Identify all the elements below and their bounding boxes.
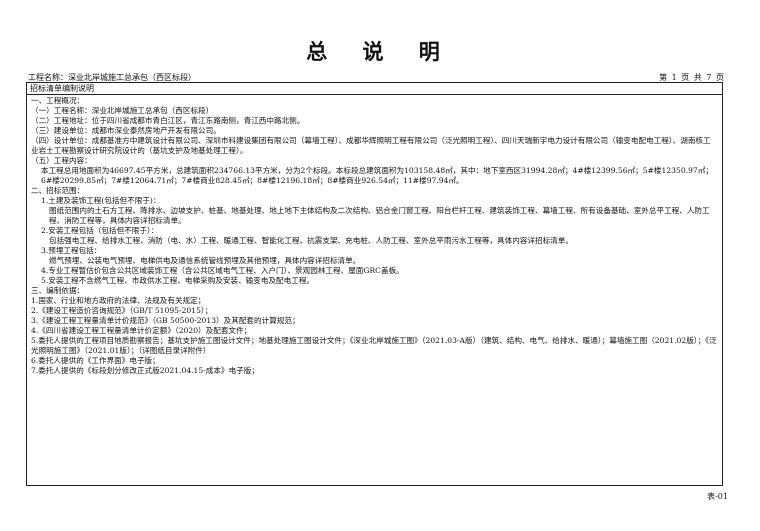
description-frame: 招标清单编制说明 一、工程概况： （一）工程名称：深业北岸城施工总承包（西区标段）… xyxy=(26,82,723,486)
description-line: 4.《四川省建设工程工程量清单计价定额》（2020）及配套文件； xyxy=(31,326,252,335)
description-line: 一、工程概况： xyxy=(31,96,85,105)
description-line: （三）建设单位：成都市深业泰然房地产开发有限公司。 xyxy=(31,126,221,135)
description-line: 2.《建设工程造价咨询规范》（GB/T 51095-2015）； xyxy=(31,306,213,315)
description-line: 2.安装工程包括（包括但不限于）： xyxy=(41,226,159,235)
description-line: 4.专业工程暂估价包含公共区域装饰工程（含公共区域电气工程、入户门）、景观园林工… xyxy=(41,266,404,275)
section-header: 招标清单编制说明 xyxy=(27,83,722,95)
description-line: 二、招标范围： xyxy=(31,186,85,195)
description-line: 1.国家、行业和地方政府的法律、法规及有关规定； xyxy=(31,296,206,305)
form-code: 表-01 xyxy=(707,492,728,501)
description-line: （二）工程地址：位于四川省成都市青白江区，青江东路南侧，青江西中路北侧。 xyxy=(31,116,305,125)
description-line: 本工程总用地面积为46697.45平方米，总建筑面积234766.13平方米，分… xyxy=(41,166,713,185)
description-line: 三、编制依据： xyxy=(31,286,85,295)
description-line: 6.委托人提供的《工作界面》电子版； xyxy=(31,356,160,365)
description-line: （一）工程名称：深业北岸城施工总承包（西区标段） xyxy=(31,106,214,115)
description-line: 包括强电工程、给排水工程、消防（电、水）工程、暖通工程、智能化工程、抗震支架、充… xyxy=(49,236,573,245)
description-line: （四）设计单位：成都基准方中建筑设计有限公司、深圳市科建设集团有限公司（幕墙工程… xyxy=(31,136,711,155)
description-line: 7.委托人提供的《标段划分修改正式版2021.04.15-成本》电子版； xyxy=(31,366,259,375)
description-line: 5.委托人提供的工程项目地质勘察报告；基坑支护施工图设计文件；地基处理施工图设计… xyxy=(31,336,717,355)
description-line: 1.土建及装饰工程(包括但不限于)： xyxy=(41,196,161,205)
description-line: 5.安装工程不含燃气工程、市政供水工程、电梯采购及安装、输变电及配电工程。 xyxy=(41,276,315,285)
description-line: 3.《建设工程工程量清单计价规范》（GB 50500-2013）及其配套的计算规… xyxy=(31,316,300,325)
description-content: 一、工程概况： （一）工程名称：深业北岸城施工总承包（西区标段） （二）工程地址：位… xyxy=(27,95,722,376)
document-title: 总 说 明 xyxy=(306,39,454,64)
description-line: 3.预埋工程包括： xyxy=(41,246,102,255)
description-line: 燃气预埋、公装电气预埋、电梯供电及通信系统管线预埋及其他预埋，具体内容详招标清单… xyxy=(49,256,361,265)
description-line: （五）工程内容： xyxy=(31,156,92,165)
description-line: 图纸范围内的土石方工程、降排水、边坡支护、桩基、地基处理、地上地下主体结构及二次… xyxy=(49,206,710,225)
